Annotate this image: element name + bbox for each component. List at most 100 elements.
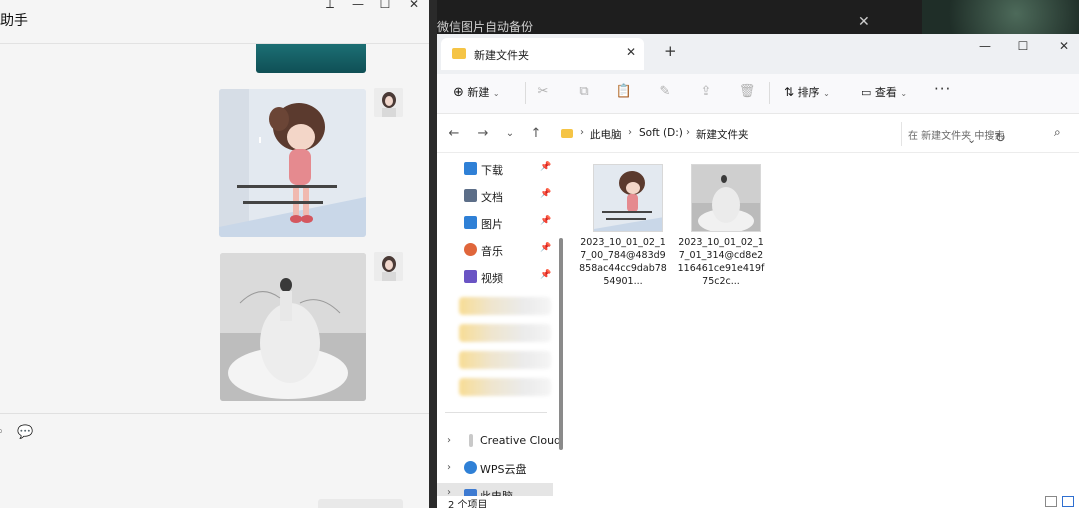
pin-icon[interactable]: 📌 — [540, 162, 551, 172]
sort-icon: ⇅ — [784, 85, 795, 99]
breadcrumb-separator: › — [686, 127, 690, 138]
large-icons-view-icon[interactable] — [1062, 496, 1074, 507]
nav-item-videos[interactable]: 视频 📌 — [464, 267, 554, 287]
background-window-title: 微信图片自动备份 — [437, 20, 534, 34]
rename-icon[interactable]: ✎ — [656, 84, 674, 99]
background-photo — [922, 0, 1079, 34]
view-button[interactable]: ▭ 查看 ⌄ — [861, 84, 907, 100]
navigation-pane: 下载 📌 文档 📌 图片 📌 音乐 📌 视频 📌 › Creative Clou… — [437, 154, 565, 508]
more-options-icon[interactable]: ··· — [934, 80, 951, 98]
search-icon[interactable]: ⌕ — [1054, 125, 1061, 140]
cloud-icon — [464, 461, 477, 474]
cut-icon[interactable]: ✂ — [534, 84, 552, 99]
recent-locations-chevron-icon[interactable]: ⌄ — [502, 128, 518, 139]
minimize-icon[interactable]: — — [349, 0, 367, 11]
breadcrumb-separator: › — [628, 127, 632, 138]
file-name: 2023_10_01_02_17_00_784@483d9858ac44cc9d… — [579, 237, 667, 287]
desktop: 助手 ⟂ — ☐ ✕ 💬 微信图片自动备份 ✕ 新建文件夹 ✕ + — ☐ ✕ … — [0, 0, 1079, 508]
nav-item-music[interactable]: 音乐 📌 — [464, 240, 554, 260]
file-thumbnail — [691, 164, 761, 232]
pin-icon[interactable]: ⟂ — [321, 0, 339, 12]
breadcrumb-new-folder[interactable]: 新建文件夹 — [696, 127, 749, 142]
maximize-icon[interactable]: ☐ — [376, 0, 394, 11]
file-item[interactable]: 2023_10_01_02_17_01_314@cd8e2116461ce91e… — [677, 154, 765, 294]
pin-icon[interactable]: 📌 — [540, 189, 551, 199]
paste-icon[interactable]: 📋 — [615, 84, 633, 99]
chat-bubble-icon[interactable]: 💬 — [17, 425, 33, 440]
chat-title: 助手 — [0, 13, 28, 29]
tab-close-icon[interactable]: ✕ — [626, 45, 636, 59]
status-bar: 2 个项目 — [437, 496, 1079, 508]
download-icon — [464, 162, 477, 175]
expand-chevron-icon[interactable]: › — [447, 462, 451, 473]
nav-item-downloads[interactable]: 下载 📌 — [464, 159, 554, 179]
file-explorer-window: 新建文件夹 ✕ + — ☐ ✕ ⊕ 新建 ⌄ ✂ ⧉ 📋 ✎ ⇪ 🗑 ⇅ 排序 … — [437, 34, 1079, 508]
new-tab-icon[interactable]: + — [664, 42, 677, 60]
music-icon — [464, 243, 477, 256]
folder-icon — [561, 129, 573, 138]
pin-icon[interactable]: 📌 — [540, 270, 551, 280]
chevron-down-icon: ⌄ — [823, 89, 830, 98]
pictures-icon — [464, 216, 477, 229]
details-view-icon[interactable] — [1045, 496, 1057, 507]
chevron-down-icon: ⌄ — [900, 89, 908, 98]
pin-icon[interactable]: 📌 — [540, 243, 551, 253]
creative-cloud-icon — [469, 434, 473, 447]
image-message-cartoon[interactable] — [219, 89, 366, 237]
tab-new-folder[interactable]: 新建文件夹 ✕ — [441, 38, 644, 70]
back-arrow-icon[interactable]: ← — [446, 126, 462, 141]
file-list: 2023_10_01_02_17_00_784@483d9858ac44cc9d… — [565, 154, 1079, 484]
avatar[interactable] — [374, 88, 403, 117]
nav-label: 图片 — [481, 218, 503, 231]
forward-arrow-icon[interactable]: → — [475, 126, 491, 141]
close-icon[interactable]: ✕ — [1054, 39, 1074, 53]
nav-scrollbar[interactable] — [559, 238, 563, 450]
tree-item-wps-cloud[interactable]: › WPS云盘 — [447, 458, 557, 478]
new-button-label: 新建 — [467, 86, 490, 99]
nav-item-documents[interactable]: 文档 📌 — [464, 186, 554, 206]
nav-label: WPS云盘 — [480, 463, 527, 476]
tab-label: 新建文件夹 — [474, 49, 529, 62]
chevron-down-icon: ⌄ — [492, 89, 500, 98]
pin-icon[interactable]: 📌 — [540, 216, 551, 226]
send-button[interactable] — [318, 499, 403, 508]
blurred-folder-item[interactable] — [459, 297, 551, 315]
file-item[interactable]: 2023_10_01_02_17_00_784@483d9858ac44cc9d… — [579, 154, 667, 294]
image-message-photo[interactable] — [220, 253, 366, 401]
background-close-icon[interactable]: ✕ — [858, 14, 870, 30]
command-bar: ⊕ 新建 ⌄ ✂ ⧉ 📋 ✎ ⇪ 🗑 ⇅ 排序 ⌄ ▭ 查看 ⌄ ··· — [437, 74, 1079, 114]
delete-icon[interactable]: 🗑 — [738, 84, 756, 99]
nav-divider — [445, 412, 547, 413]
tree-item-creative-cloud[interactable]: › Creative Cloud — [447, 431, 561, 451]
copy-icon[interactable]: ⧉ — [575, 84, 593, 99]
add-circle-icon: ⊕ — [453, 85, 464, 100]
nav-item-pictures[interactable]: 图片 📌 — [464, 213, 554, 233]
avatar[interactable] — [374, 252, 403, 281]
nav-label: 视频 — [481, 272, 503, 285]
sort-button[interactable]: ⇅ 排序 ⌄ — [784, 84, 830, 100]
search-input[interactable]: 在 新建文件夹 中搜索 ⌕ — [901, 122, 1073, 146]
new-button[interactable]: ⊕ 新建 ⌄ — [453, 84, 500, 100]
share-icon[interactable]: ⇪ — [697, 84, 715, 99]
breadcrumb[interactable]: › 此电脑 › Soft (D:) › 新建文件夹 ⌄ ↻ — [558, 122, 1006, 146]
blurred-folder-item[interactable] — [459, 351, 551, 369]
input-divider — [0, 413, 429, 414]
document-icon — [464, 189, 477, 202]
emoji-icon[interactable]: ◦ — [0, 425, 4, 440]
close-icon[interactable]: ✕ — [405, 0, 423, 11]
nav-label: 下载 — [481, 164, 503, 177]
nav-label: 文档 — [481, 191, 503, 204]
nav-label: 音乐 — [481, 245, 503, 258]
up-arrow-icon[interactable]: ↑ — [528, 126, 544, 141]
title-bar: 新建文件夹 ✕ + — ☐ ✕ — [437, 34, 1079, 74]
minimize-icon[interactable]: — — [975, 39, 995, 53]
blurred-folder-item[interactable] — [459, 378, 551, 396]
breadcrumb-soft-d[interactable]: Soft (D:) — [639, 127, 683, 139]
expand-chevron-icon[interactable]: › — [447, 435, 451, 446]
previous-image-message[interactable] — [256, 44, 366, 73]
breadcrumb-this-pc[interactable]: 此电脑 — [590, 127, 622, 142]
address-bar-row: ← → ⌄ ↑ › 此电脑 › Soft (D:) › 新建文件夹 ⌄ ↻ 在 … — [437, 115, 1079, 153]
blurred-folder-item[interactable] — [459, 324, 551, 342]
maximize-icon[interactable]: ☐ — [1013, 39, 1033, 53]
file-thumbnail — [593, 164, 663, 232]
